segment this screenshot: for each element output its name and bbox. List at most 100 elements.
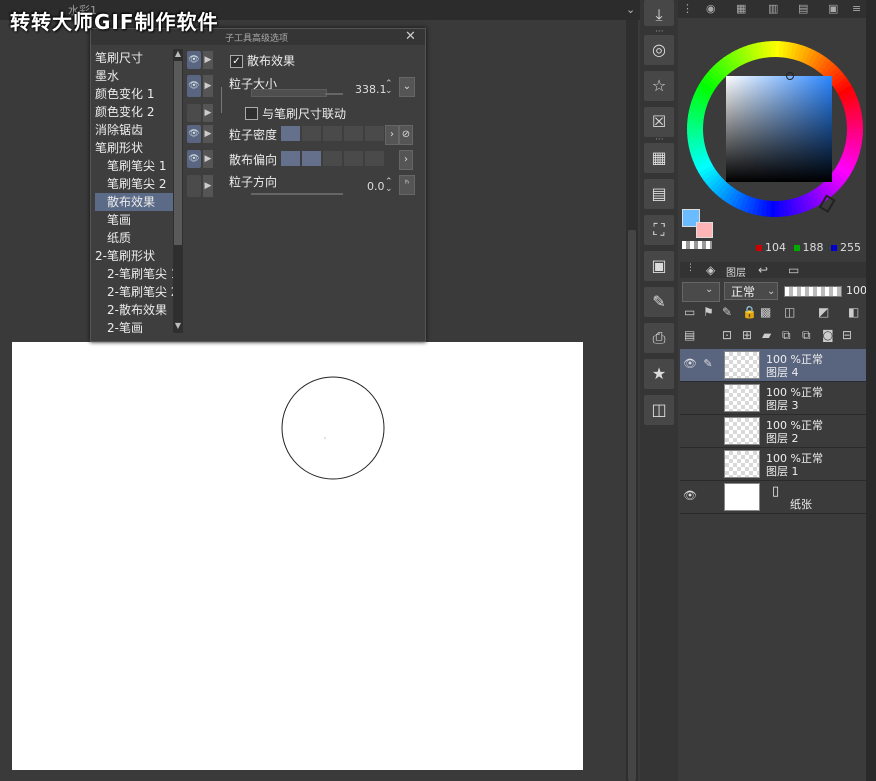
link-brush-size-checkbox[interactable]: [245, 107, 258, 120]
triangle-right-icon[interactable]: ▶: [203, 125, 213, 143]
sub-color-swatch[interactable]: [696, 222, 713, 238]
color-set-tab-icon[interactable]: ▦: [736, 2, 746, 15]
scatter-bias-segment[interactable]: [323, 151, 342, 166]
triangle-right-icon[interactable]: ▶: [203, 150, 213, 168]
triangle-right-icon[interactable]: ▶: [203, 104, 213, 122]
delete-layer-icon[interactable]: ⊟: [842, 328, 852, 342]
pressure-settings-icon[interactable]: ⌄: [399, 77, 415, 97]
category-item[interactable]: 2-笔刷笔尖 2: [95, 283, 178, 301]
reset-icon[interactable]: ⊘: [399, 125, 413, 145]
category-item[interactable]: 笔刷尺寸: [95, 49, 143, 67]
download-icon[interactable]: ⤓: [644, 0, 674, 26]
scatter-bias-segment[interactable]: [344, 151, 363, 166]
chevron-right-icon[interactable]: ›: [399, 150, 413, 170]
scatter-bias-segment[interactable]: [302, 151, 321, 166]
lock-transparent-icon[interactable]: ▩: [760, 305, 771, 319]
capture-icon[interactable]: ⎙: [644, 323, 674, 353]
category-item[interactable]: 2-散布效果: [95, 301, 167, 319]
triangle-right-icon[interactable]: ▶: [203, 51, 213, 69]
scatter-bias-segment[interactable]: [365, 151, 384, 166]
category-item[interactable]: 墨水: [95, 67, 119, 85]
palette-icon[interactable]: ◩: [818, 305, 829, 319]
category-item[interactable]: 颜色变化 1: [95, 85, 154, 103]
opacity-value[interactable]: 100: [846, 284, 867, 297]
eye-icon[interactable]: 👁: [187, 150, 201, 168]
category-item[interactable]: 散布效果: [95, 193, 181, 211]
category-item[interactable]: 2-笔刷笔尖 1: [95, 265, 178, 283]
clip-icon[interactable]: ▭: [684, 305, 695, 319]
reference-icon[interactable]: ⚑: [703, 305, 714, 319]
paper-layer[interactable]: 👁 ▯ 纸张: [680, 481, 868, 514]
category-scrollbar-thumb[interactable]: [174, 61, 182, 245]
triangle-right-icon[interactable]: ▶: [203, 75, 213, 97]
drawing-canvas[interactable]: [12, 342, 583, 770]
chevron-right-icon[interactable]: ›: [385, 125, 399, 145]
grid-icon[interactable]: ▦: [644, 143, 674, 173]
scatter-effect-checkbox[interactable]: ✓: [230, 55, 243, 68]
category-item[interactable]: 2-笔刷形状: [95, 247, 155, 265]
layer-property-icon[interactable]: ▤: [644, 179, 674, 209]
undo-history-icon[interactable]: ↩: [758, 263, 768, 277]
scatter-bias-segment[interactable]: [281, 151, 300, 166]
particle-density-segment[interactable]: [365, 126, 384, 141]
layer-tab[interactable]: 图层: [726, 264, 746, 279]
category-item[interactable]: 笔刷笔尖 2: [95, 175, 166, 193]
mask-new-icon[interactable]: ◙: [822, 328, 834, 342]
color-history-tab-icon[interactable]: ▤: [798, 2, 808, 15]
category-item[interactable]: 笔刷形状: [95, 139, 143, 157]
particle-size-track[interactable]: [325, 93, 343, 95]
color-overlay-icon[interactable]: ◧: [848, 305, 859, 319]
blend-mode-toggle[interactable]: ⌄: [682, 282, 720, 302]
scroll-down-icon[interactable]: ▼: [173, 321, 183, 331]
color-slider-tab-icon[interactable]: ▥: [768, 2, 778, 15]
approx-color-tab-icon[interactable]: ▣: [828, 2, 838, 15]
lock-icon[interactable]: 🔒: [742, 305, 757, 319]
favorite-icon[interactable]: ★: [644, 359, 674, 389]
eye-icon[interactable]: 👁: [187, 125, 201, 143]
merge-icon[interactable]: ⧉: [802, 328, 811, 343]
opacity-slider[interactable]: [784, 286, 842, 297]
particle-density-segment[interactable]: [323, 126, 342, 141]
particle-size-slider[interactable]: [251, 89, 327, 97]
frame-icon[interactable]: ▣: [644, 251, 674, 281]
layer-property-icon[interactable]: ▭: [788, 263, 799, 277]
edit-icon[interactable]: ✎: [644, 287, 674, 317]
draft-icon[interactable]: ✎: [722, 305, 732, 319]
material-star-icon[interactable]: ☆: [644, 71, 674, 101]
layer-row[interactable]: 👁 ✎ 100 %正常 图层 4: [680, 349, 868, 382]
spin-arrows-icon[interactable]: ⌃ ⌄: [385, 178, 393, 194]
eye-icon[interactable]: 👁: [682, 357, 698, 370]
category-item[interactable]: 笔刷笔尖 1: [95, 157, 166, 175]
category-item[interactable]: 纸质: [95, 229, 131, 247]
transparent-color-swatch[interactable]: [682, 241, 712, 249]
new-folder-icon[interactable]: ▰: [762, 328, 771, 342]
menu-icon[interactable]: ≡: [852, 2, 861, 15]
triangle-right-icon[interactable]: ▶: [203, 175, 213, 197]
eye-off-icon[interactable]: [187, 175, 201, 197]
particle-density-segment[interactable]: [302, 126, 321, 141]
category-item[interactable]: 消除锯齿: [95, 121, 143, 139]
direction-settings-icon[interactable]: ʰ: [399, 175, 415, 195]
navigator-icon[interactable]: ◎: [644, 35, 674, 65]
eye-icon[interactable]: 👁: [187, 51, 201, 69]
category-item[interactable]: 笔画: [95, 211, 131, 229]
chevron-down-icon[interactable]: ⌄: [626, 3, 635, 16]
layer-row[interactable]: 100 %正常 图层 3: [680, 382, 868, 415]
particle-size-value[interactable]: 338.1: [355, 83, 387, 96]
panel-icon[interactable]: ◫: [644, 395, 674, 425]
color-wheel-tab-icon[interactable]: ◉: [706, 2, 716, 15]
new-raster-layer-icon[interactable]: ⊡: [722, 328, 732, 342]
layer-row[interactable]: 100 %正常 图层 2: [680, 415, 868, 448]
layer-list-icon[interactable]: ▤: [684, 328, 695, 342]
close-icon[interactable]: ✕: [405, 29, 416, 44]
close-x-icon[interactable]: ☒: [644, 107, 674, 137]
new-vector-layer-icon[interactable]: ⊞: [742, 328, 752, 342]
mask-icon[interactable]: ◫: [784, 305, 795, 319]
eye-off-icon[interactable]: [187, 104, 201, 122]
particle-direction-slider[interactable]: [251, 193, 343, 195]
eye-icon[interactable]: 👁: [187, 75, 201, 97]
color-wheel[interactable]: [680, 30, 870, 226]
canvas-scrollbar-thumb[interactable]: [628, 230, 636, 781]
spin-arrows-icon[interactable]: ⌃ ⌄: [385, 80, 393, 96]
layers-icon[interactable]: ◈: [706, 263, 715, 277]
